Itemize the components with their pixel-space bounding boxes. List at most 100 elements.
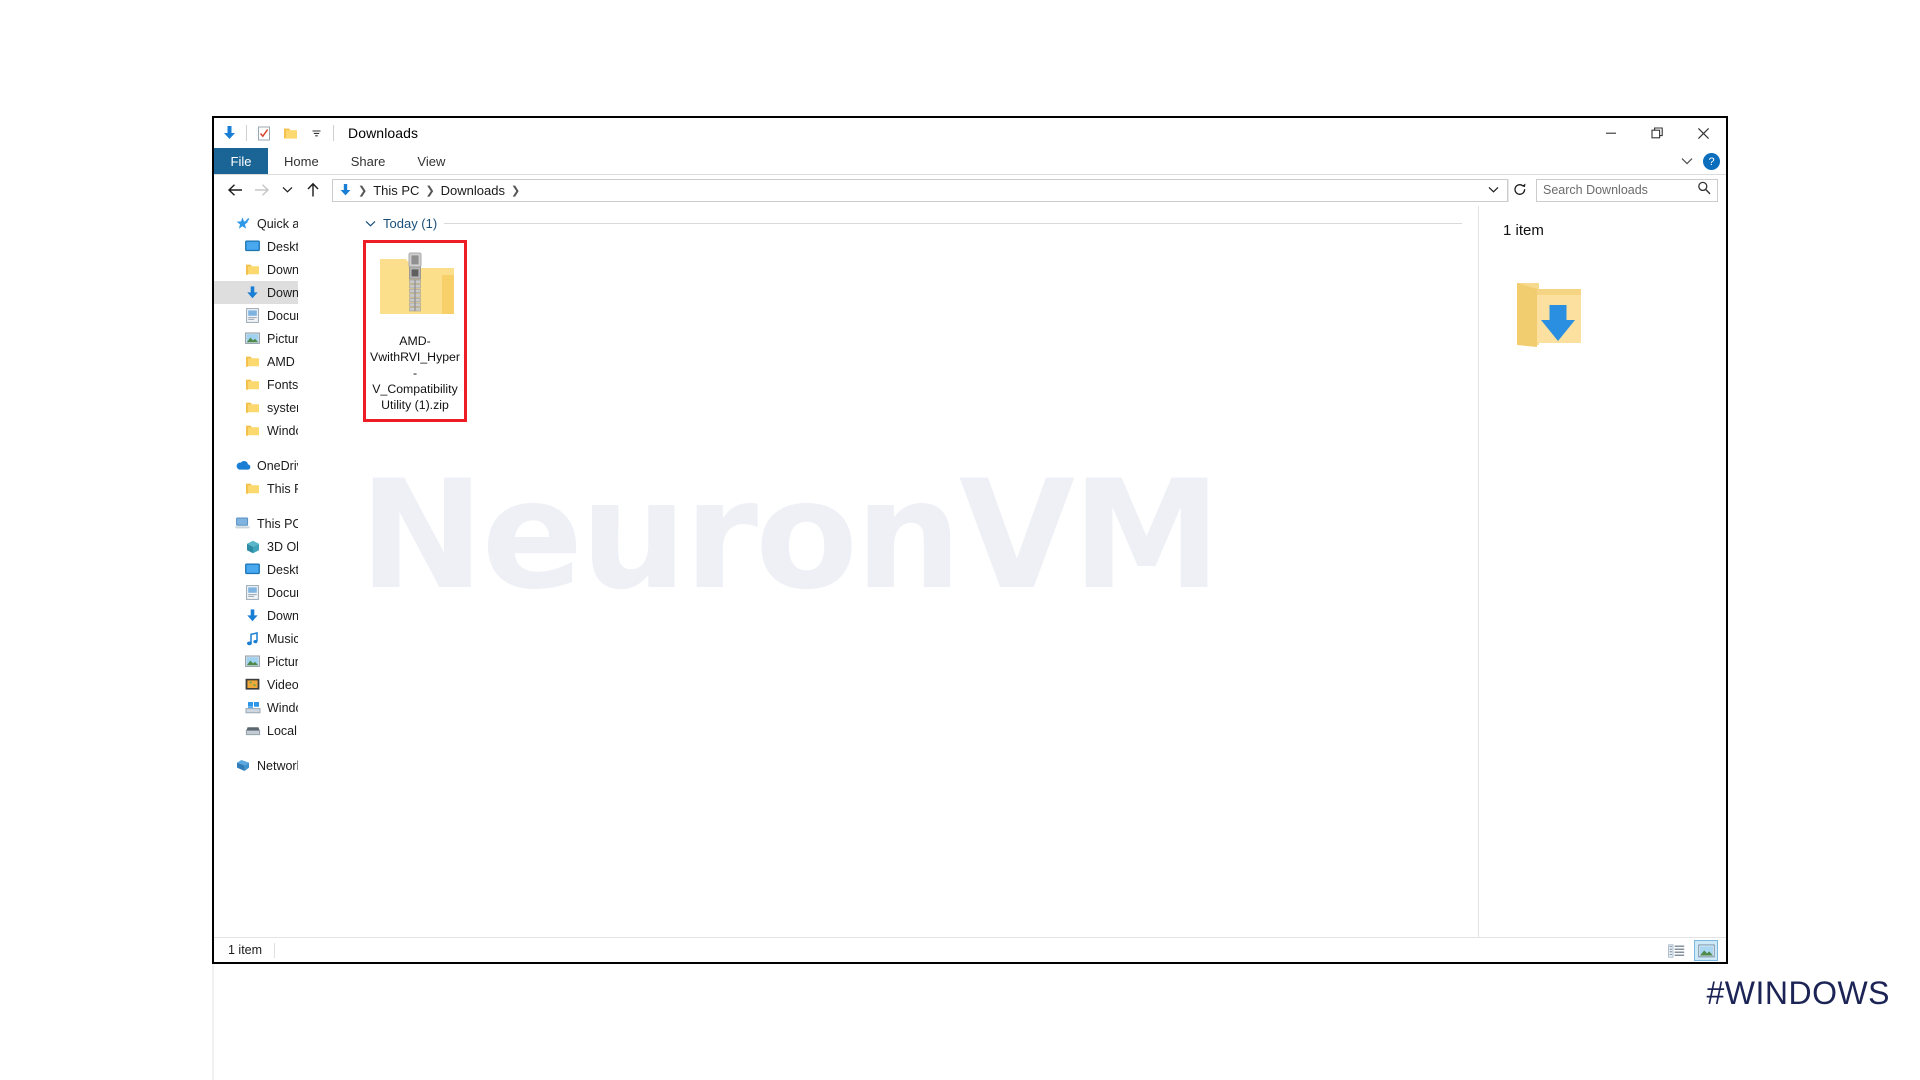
file-item[interactable]: AMD-VwithRVI_Hyper-V_CompatibilityUtilit… [363,240,467,422]
file-name-label: AMD-VwithRVI_Hyper-V_CompatibilityUtilit… [370,334,460,412]
sidebar-item-this-pc[interactable]: This PC [214,512,298,535]
sidebar-label: Network [257,758,298,773]
sidebar-item-downloads[interactable]: Downloads [214,281,298,304]
network-icon [234,757,251,774]
search-input[interactable]: Search Downloads [1543,183,1697,197]
sidebar-label: Desktop [267,562,298,577]
tab-home[interactable]: Home [268,148,335,174]
recent-locations-chevron-icon[interactable] [274,177,300,203]
folder-icon [244,480,261,497]
sidebar-item-desktop[interactable]: Desktop [214,235,298,258]
breadcrumb-chevron-1: ❯ [425,184,435,197]
sidebar-label: AMD [267,354,295,369]
sidebar-item-documents[interactable]: Documents [214,304,298,327]
downloads-arrow-icon [244,607,261,624]
minimize-button[interactable] [1588,118,1634,148]
chevron-down-icon[interactable] [365,216,376,231]
sidebar-item-windows-folder[interactable]: Windows [214,419,298,442]
group-header-today[interactable]: Today (1) [299,206,1478,231]
sidebar-item-local-disk[interactable]: Local Disk [214,719,298,742]
large-icons-view-button[interactable] [1694,940,1718,961]
properties-icon[interactable] [251,120,277,146]
sidebar-label: Documents [267,308,298,323]
sidebar-item-desktop-2[interactable]: Desktop [214,558,298,581]
close-button[interactable] [1680,118,1726,148]
sidebar-item-system32[interactable]: system32 [214,396,298,419]
sidebar-item-downloads-folder[interactable]: Downloads [214,258,298,281]
sidebar-label: Windows [267,423,298,438]
music-note-icon [244,630,261,647]
details-view-button[interactable] [1664,940,1688,961]
sidebar-label: 3D Objects [267,539,298,554]
sidebar-item-3d-objects[interactable]: 3D Objects [214,535,298,558]
neuronvm-watermark: NeuronVM [359,449,1221,623]
breadcrumb-item-this-pc[interactable]: This PC [369,183,423,198]
address-downloads-folder-icon [339,183,352,197]
sidebar-item-this-pc-folder[interactable]: This PC [214,477,298,500]
folder-icon [244,399,261,416]
window-body: Quick access Desktop Downloads [214,206,1726,937]
help-button[interactable]: ? [1703,153,1720,170]
sidebar-label: Quick access [257,216,298,231]
sidebar-label: Downloads [267,285,298,300]
documents-icon [244,307,261,324]
ribbon-tab-bar: File Home Share View ? [214,148,1726,175]
sidebar-item-pictures[interactable]: Pictures [214,327,298,350]
group-header-divider [444,223,1462,224]
qat-divider-2 [333,125,334,141]
quick-access-toolbar [214,118,338,148]
details-downloads-folder-icon [1511,275,1726,358]
sidebar-item-windows-c[interactable]: Windows (C:) [214,696,298,719]
sidebar-item-onedrive[interactable]: OneDrive [214,454,298,477]
restore-button[interactable] [1634,118,1680,148]
address-bar-right [1483,180,1503,201]
title-bar[interactable]: Downloads [214,118,1726,148]
address-bar[interactable]: ❯ This PC ❯ Downloads ❯ [332,178,1508,202]
sidebar-item-downloads-2[interactable]: Downloads [214,604,298,627]
file-list-pane[interactable]: NeuronVM Today (1) AMD-VwithRVI_Hyper-V_… [298,206,1478,937]
qat-divider [246,125,247,141]
new-folder-icon[interactable] [277,120,303,146]
customize-qat-chevron-icon[interactable] [303,120,329,146]
status-bar: 1 item [214,937,1726,962]
sidebar-label: Videos [267,677,298,692]
previous-locations-chevron-icon[interactable] [1483,180,1503,201]
this-pc-icon [234,515,251,532]
tab-share[interactable]: Share [335,148,402,174]
sidebar-label: system32 [267,400,298,415]
sidebar-item-music[interactable]: Music [214,627,298,650]
tab-view[interactable]: View [401,148,461,174]
refresh-button[interactable] [1508,178,1530,202]
group-header-label: Today (1) [383,216,438,231]
details-pane: 1 item [1478,206,1726,937]
forward-button [248,177,274,203]
sidebar-item-quick-access[interactable]: Quick access [214,212,298,235]
sidebar-label: Windows (C:) [267,700,298,715]
sidebar-label: Local Disk [267,723,298,738]
sidebar-item-documents-2[interactable]: Documents [214,581,298,604]
window-reflection: 1 item [212,963,1728,1080]
downloads-arrow-icon [244,284,261,301]
search-icon[interactable] [1697,181,1711,200]
status-divider [274,942,276,958]
back-button[interactable] [222,177,248,203]
sidebar-item-videos[interactable]: Videos [214,673,298,696]
sidebar-item-amd[interactable]: AMD [214,350,298,373]
pictures-icon [244,653,261,670]
folder-icon [244,376,261,393]
status-item-count: 1 item [228,943,263,957]
sidebar-item-network[interactable]: Network [214,754,298,777]
sidebar-label: Desktop [267,239,298,254]
breadcrumb: This PC ❯ Downloads ❯ [369,183,522,198]
sidebar-item-fonts[interactable]: Fonts [214,373,298,396]
search-box[interactable]: Search Downloads [1536,178,1718,202]
expand-ribbon-chevron-icon[interactable] [1681,153,1693,171]
tab-file[interactable]: File [214,148,268,174]
sidebar-item-pictures-2[interactable]: Pictures [214,650,298,673]
breadcrumb-chevron-0: ❯ [358,184,368,197]
up-button[interactable] [300,177,326,203]
breadcrumb-item-downloads[interactable]: Downloads [437,183,509,198]
sidebar-label: Music [267,631,298,646]
navigation-pane: Quick access Desktop Downloads [214,206,298,937]
